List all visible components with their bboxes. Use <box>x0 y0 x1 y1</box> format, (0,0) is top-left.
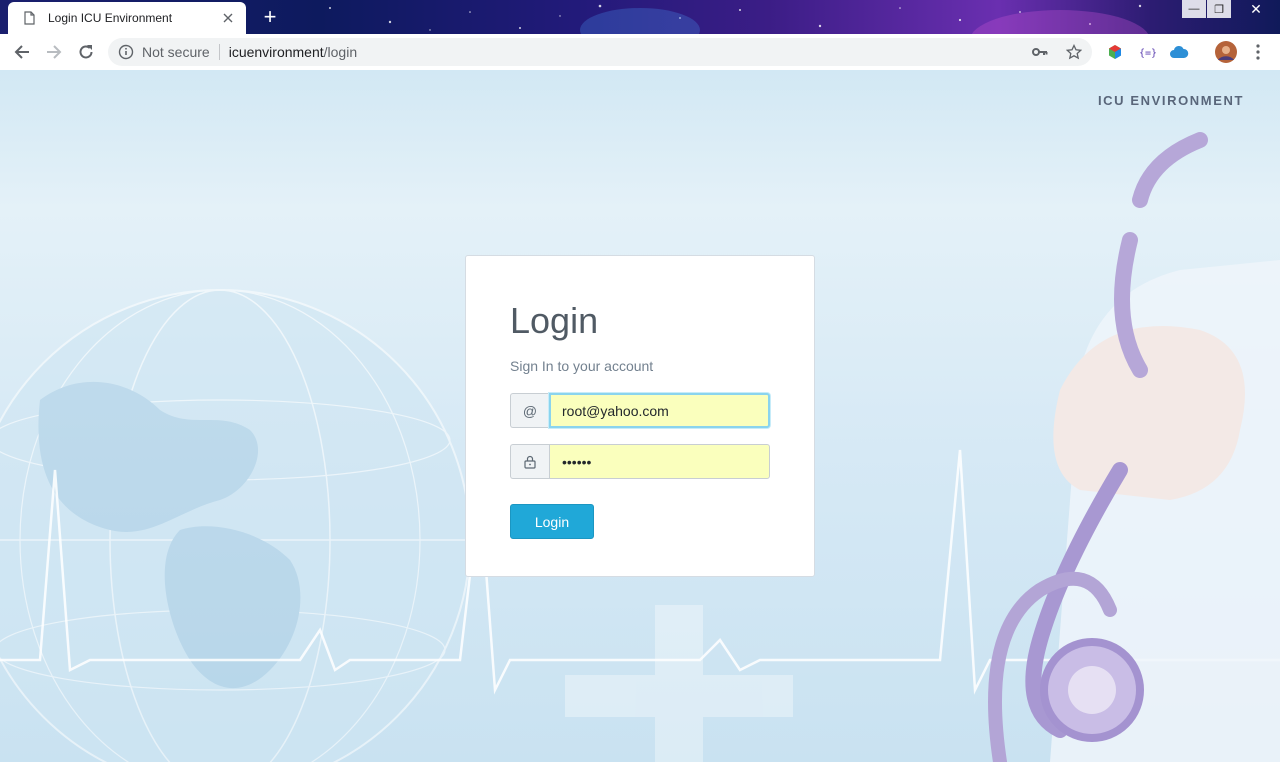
restore-button[interactable]: ❐ <box>1207 0 1231 18</box>
login-button[interactable]: Login <box>510 504 594 539</box>
login-title: Login <box>510 300 599 341</box>
medical-cross-illustration <box>565 605 793 762</box>
tab-close-icon[interactable] <box>220 10 236 26</box>
login-subtitle: Sign In to your account <box>510 358 654 374</box>
back-arrow-icon <box>14 45 29 59</box>
browser-chrome: Login ICU Environment + — ❐ ✕ Not secure… <box>0 0 1280 70</box>
bookmark-star-icon[interactable] <box>1064 42 1084 62</box>
forward-button[interactable] <box>38 36 70 68</box>
browser-toolbar: Not secure icuenvironment/login {=} <box>0 34 1280 70</box>
password-field[interactable] <box>549 444 770 479</box>
url-path: /login <box>323 44 358 60</box>
window-controls: — ❐ ✕ <box>1181 0 1280 20</box>
address-bar-actions <box>1030 42 1084 62</box>
doctor-illustration <box>988 132 1280 762</box>
login-card: Login Sign In to your account @ Login <box>465 255 815 577</box>
profile-avatar[interactable] <box>1214 40 1238 64</box>
at-sign-icon: @ <box>510 393 549 428</box>
globe-illustration <box>0 289 471 762</box>
browser-tab-active[interactable]: Login ICU Environment <box>8 2 246 34</box>
extension-bracket-icon[interactable]: {=} <box>1135 40 1159 64</box>
tab-strip: Login ICU Environment + — ❐ ✕ <box>0 0 1280 34</box>
cloud-icon[interactable] <box>1167 40 1191 64</box>
key-icon[interactable] <box>1030 42 1050 62</box>
extension-globe-icon[interactable] <box>1103 40 1127 64</box>
reload-icon <box>79 45 93 59</box>
url-host: icuenvironment <box>228 44 324 60</box>
svg-text:{=}: {=} <box>1139 48 1156 59</box>
brand-link[interactable]: ICU ENVIRONMENT <box>1098 93 1244 108</box>
new-tab-button[interactable]: + <box>256 4 284 29</box>
login-page: ICU ENVIRONMENT Login Sign In to your ac… <box>0 70 1280 762</box>
forward-arrow-icon <box>47 45 62 59</box>
email-field[interactable] <box>549 393 770 428</box>
lock-icon <box>510 444 549 479</box>
email-input-group: @ <box>510 393 770 428</box>
reload-button[interactable] <box>70 36 102 68</box>
minimize-button[interactable]: — <box>1182 0 1206 18</box>
kebab-menu-icon[interactable] <box>1246 40 1270 64</box>
security-status: Not secure <box>142 44 210 60</box>
address-bar[interactable]: Not secure icuenvironment/login <box>108 38 1092 66</box>
back-button[interactable] <box>6 36 38 68</box>
address-separator <box>218 44 220 60</box>
close-window-button[interactable]: ✕ <box>1232 0 1280 18</box>
password-input-group <box>510 444 770 479</box>
info-icon[interactable] <box>118 44 134 60</box>
page-favicon-icon <box>22 10 36 26</box>
tab-title: Login ICU Environment <box>48 11 173 25</box>
